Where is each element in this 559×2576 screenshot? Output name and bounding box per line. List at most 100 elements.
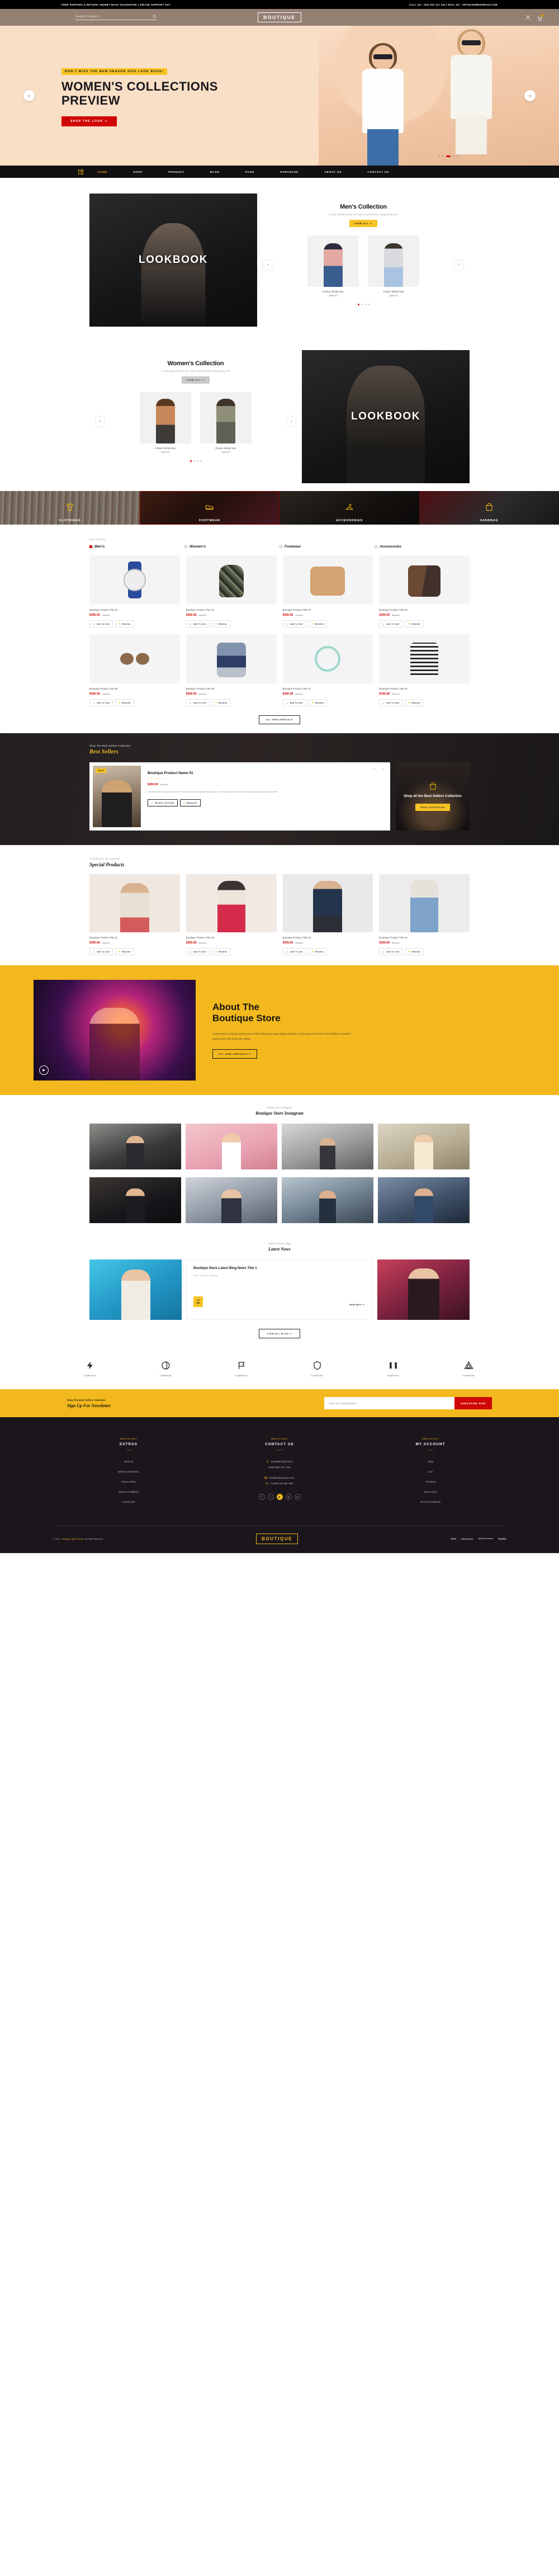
wishlist-button[interactable]: ❤ Wishlist — [308, 948, 328, 955]
facebook-icon[interactable]: f — [258, 1494, 265, 1500]
mens-view-all-button[interactable]: VIEW ALL ➞ — [349, 220, 378, 227]
nav-item-blog[interactable]: BLOG — [210, 171, 220, 173]
play-icon[interactable]: ▶ — [39, 1065, 49, 1075]
shop-the-look-button[interactable]: SHOP THE LOOK ➞ — [61, 116, 117, 127]
tab-womens[interactable]: Women's — [184, 545, 280, 549]
blog-read-more-link[interactable]: Read More ➞ — [349, 1303, 364, 1306]
wishlist-button[interactable]: ❤ Wishlist — [308, 620, 328, 628]
footer-link[interactable]: Contact Ush — [87, 1501, 170, 1503]
brand-logo-5[interactable]: COMPANY — [387, 1361, 399, 1377]
mens-carousel-next[interactable]: › — [455, 260, 463, 270]
tab-accessories-checkbox[interactable] — [375, 545, 377, 548]
product-card[interactable]: Boutique Product Title 01 $390.99 $590.9… — [89, 874, 180, 955]
brand-logo-6[interactable]: COMPANY — [463, 1361, 475, 1377]
add-to-cart-button[interactable]: 🛒 Add To Cart — [89, 948, 113, 955]
best-seller-card[interactable]: SALE ← → Boutique Product Name 01 ☆☆☆☆☆ … — [89, 762, 390, 831]
wishlist-button[interactable]: ❤ Wishlist — [405, 620, 424, 628]
product-card[interactable]: Boutique Product Title 04 $390.99 $590.9… — [379, 874, 470, 955]
instagram-post[interactable] — [186, 1177, 277, 1223]
grid-menu-icon[interactable] — [78, 169, 83, 174]
category-footwear[interactable]: FOOTWEAR — [140, 491, 280, 525]
search-box[interactable] — [75, 15, 157, 20]
footer-link[interactable]: Shop — [389, 1460, 472, 1463]
footer-link[interactable]: Privacy Policy — [87, 1480, 170, 1483]
add-to-cart-button[interactable]: 🛒 Add To Cart — [89, 699, 113, 706]
footer-link[interactable]: About Us — [87, 1460, 170, 1463]
tab-accessories[interactable]: Accessories — [375, 545, 470, 549]
womens-view-all-button[interactable]: VIEW ALL ➞ — [181, 376, 210, 384]
add-to-cart-button[interactable]: 🛒 Add To Cart — [282, 948, 306, 955]
dot-active[interactable] — [357, 304, 359, 305]
product-card[interactable]: Boutique Product Title 07 $390.99 $590.9… — [282, 634, 373, 706]
best-sellers-promo-card[interactable]: Shop all the Best Sellers Collection Sho… — [396, 762, 470, 831]
brand-logo-3[interactable]: COMPANY — [235, 1361, 248, 1377]
site-logo[interactable]: BOUTIQUE — [258, 12, 301, 22]
instagram-post[interactable] — [186, 1124, 277, 1169]
instagram-post[interactable] — [89, 1124, 181, 1169]
view-all-blog-button[interactable]: VIEW ALL BLOG ➞ — [259, 1329, 300, 1338]
best-seller-next-arrow[interactable]: → — [381, 767, 385, 771]
dot[interactable] — [361, 304, 363, 305]
wishlist-button[interactable]: ❤ Wishlist — [308, 699, 328, 706]
newsletter-email-input[interactable] — [324, 1397, 454, 1409]
add-to-cart-button[interactable]: 🛒 Add To Cart — [186, 699, 210, 706]
category-handbag[interactable]: HANDBAG — [419, 491, 559, 525]
select-options-button[interactable]: 🛒 SELECT OPTIONS — [148, 799, 178, 807]
footer-logo[interactable]: BOUTIQUE — [256, 1534, 299, 1544]
product-card[interactable]: Boutique Product Title 03 $390.99 $590.9… — [282, 874, 373, 955]
blog-image-left[interactable] — [89, 1259, 182, 1320]
footer-link[interactable]: Terms & Conditions — [87, 1490, 170, 1493]
hero-dot-active[interactable] — [446, 155, 451, 157]
womens-product-card[interactable]: Product full title here $349.00 — [200, 392, 252, 454]
best-seller-wishlist-button[interactable]: ❤ WISHLIST — [179, 799, 201, 807]
wishlist-button[interactable]: ❤ Wishlist — [115, 620, 134, 628]
subscribe-now-button[interactable]: SUBSCRIBE NOW — [454, 1397, 492, 1409]
add-to-cart-button[interactable]: 🛒 Add To Cart — [282, 699, 306, 706]
dot-active[interactable] — [190, 460, 192, 462]
womens-carousel-next[interactable]: › — [287, 417, 295, 426]
instagram-post[interactable] — [282, 1124, 373, 1169]
brand-logo-1[interactable]: COMPANY — [84, 1361, 96, 1377]
brand-logo-4[interactable]: COMPANY — [311, 1361, 324, 1377]
hero-dot[interactable] — [438, 155, 440, 157]
add-to-cart-button[interactable]: 🛒 Add To Cart — [379, 948, 403, 955]
category-clothings[interactable]: CLOTHINGS — [0, 491, 140, 525]
wishlist-button[interactable]: ❤ Wishlist — [115, 699, 134, 706]
search-input[interactable] — [75, 15, 131, 18]
wishlist-button[interactable]: ❤ Wishlist — [115, 948, 134, 955]
hero-dot[interactable] — [442, 155, 444, 157]
mens-carousel-prev[interactable]: ‹ — [264, 260, 272, 270]
add-to-cart-button[interactable]: 🛒 Add To Cart — [186, 620, 210, 628]
tab-footwear[interactable]: Footwear — [280, 545, 375, 549]
user-account-icon[interactable] — [525, 15, 530, 21]
womens-carousel-dots[interactable] — [97, 460, 294, 462]
wishlist-button[interactable]: ❤ Wishlist — [405, 948, 424, 955]
add-to-cart-button[interactable]: 🛒 Add To Cart — [282, 620, 306, 628]
nav-item-contact-us[interactable]: CONTACT US — [367, 171, 389, 173]
hero-dot[interactable] — [457, 155, 458, 157]
nav-item-shop[interactable]: SHOP — [133, 171, 143, 173]
tab-mens-checkbox[interactable] — [89, 545, 92, 548]
brand-logo-2[interactable]: COMPANY — [160, 1361, 172, 1377]
footer-phone-row[interactable]: (+1800) 123 456 7890 — [238, 1482, 321, 1485]
mens-product-card[interactable]: Product full title here $399.00 — [368, 235, 419, 297]
nav-item-product[interactable]: PRODUCT — [168, 171, 184, 173]
tab-mens[interactable]: Men's — [89, 545, 184, 549]
product-card[interactable]: Boutique Product Title 02 $390.99 $590.9… — [186, 874, 277, 955]
search-icon[interactable] — [153, 15, 157, 18]
mens-product-card[interactable]: Product full title here $399.00 — [307, 235, 359, 297]
product-card[interactable]: Boutique Product Title 01 $390.99 $590.9… — [89, 555, 180, 628]
instagram-post[interactable] — [282, 1177, 373, 1223]
tab-womens-checkbox[interactable] — [184, 545, 187, 548]
wishlist-button[interactable]: ❤ Wishlist — [212, 948, 231, 955]
about-all-new-arrivals-button[interactable]: ALL NEW ARRIVALS ➞ — [212, 1049, 258, 1059]
product-card[interactable]: Boutique Product Title 03 $390.99 $590.9… — [282, 555, 373, 628]
dot[interactable] — [367, 304, 369, 305]
mens-carousel-dots[interactable] — [265, 304, 462, 305]
womens-carousel-prev[interactable]: ‹ — [96, 417, 104, 426]
hero-prev-arrow[interactable]: ‹ — [23, 90, 35, 101]
wishlist-button[interactable]: ❤ Wishlist — [405, 699, 424, 706]
tab-footwear-checkbox[interactable] — [280, 545, 282, 548]
product-card[interactable]: Boutique Product Title 08 $390.99 $590.9… — [379, 634, 470, 706]
add-to-cart-button[interactable]: 🛒 Add To Cart — [89, 620, 113, 628]
